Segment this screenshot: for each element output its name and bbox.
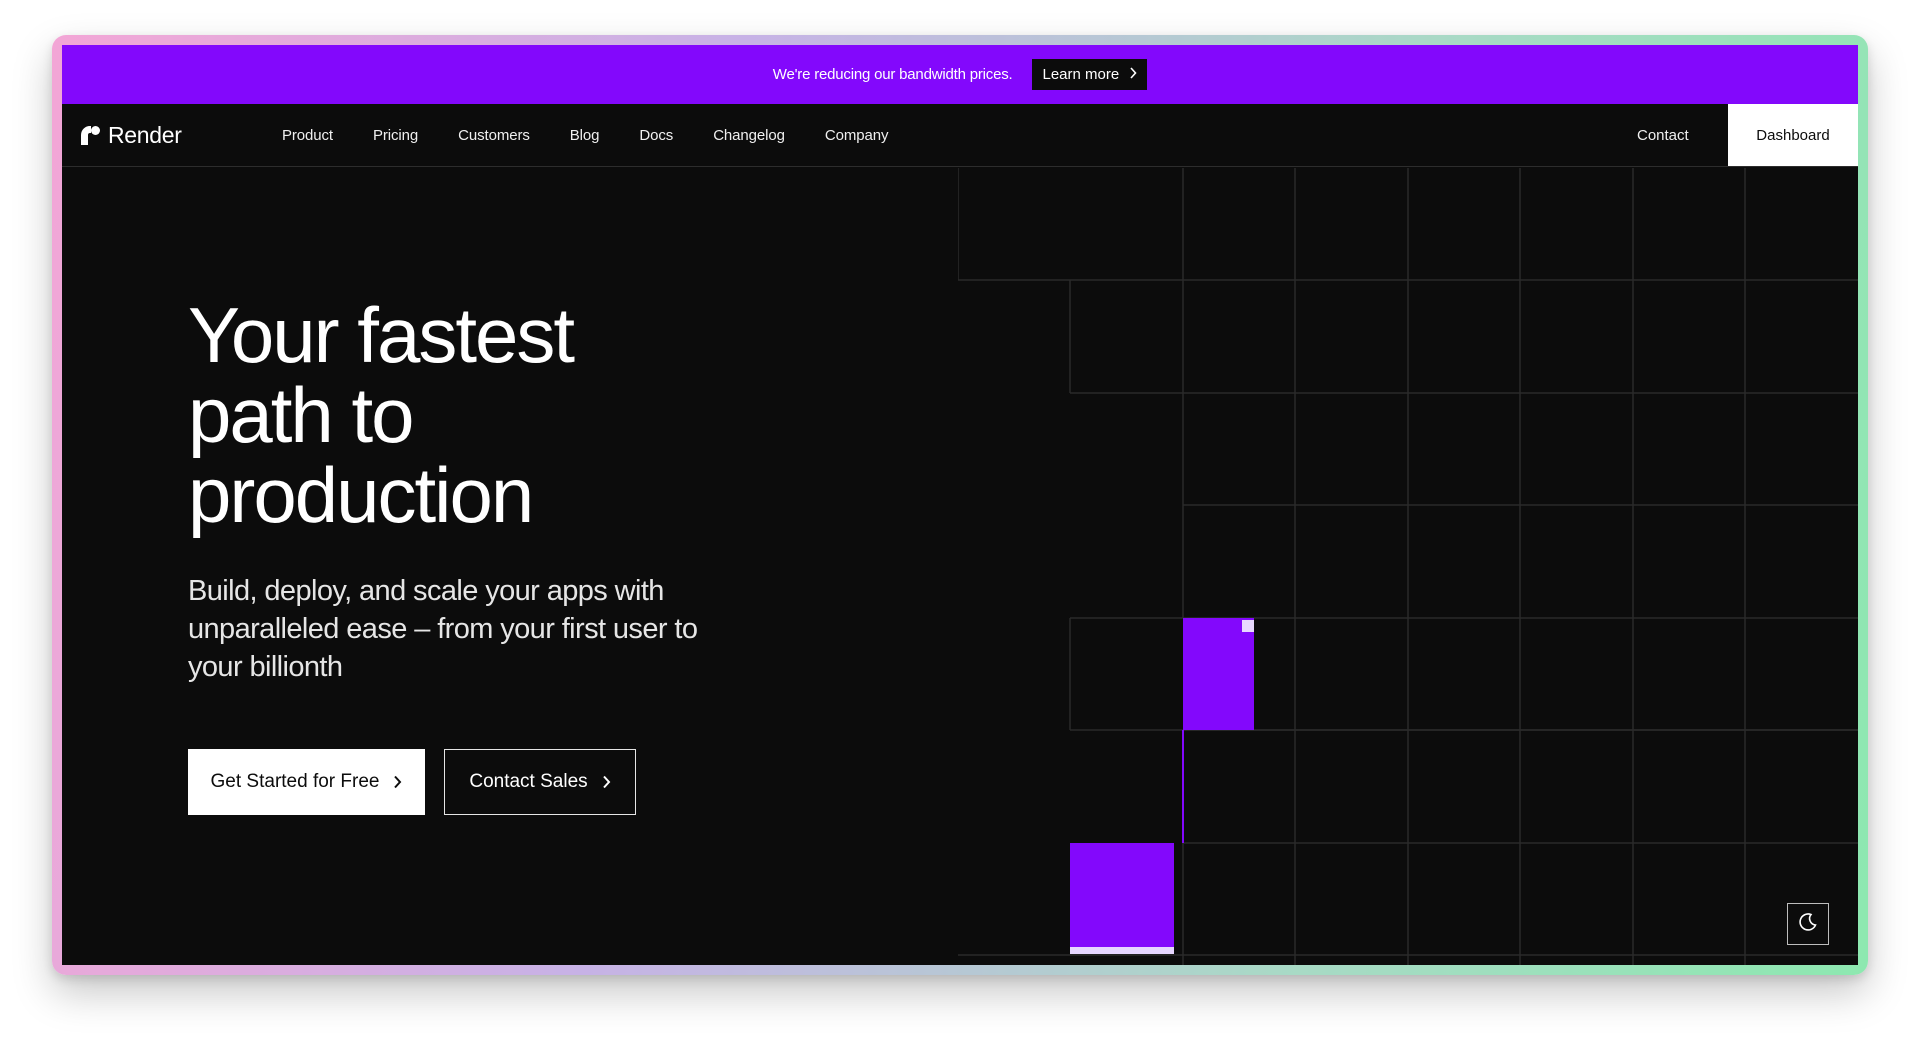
logo-link[interactable]: Render	[81, 122, 182, 149]
hero-grid-graphic	[958, 168, 1858, 965]
dashboard-label: Dashboard	[1756, 126, 1830, 144]
contact-sales-label: Contact Sales	[469, 771, 588, 792]
contact-sales-button[interactable]: Contact Sales	[444, 749, 636, 815]
nav-item-company[interactable]: Company	[805, 127, 909, 144]
theme-toggle-button[interactable]	[1787, 903, 1829, 945]
nav-item-customers[interactable]: Customers	[438, 127, 550, 144]
nav-item-changelog[interactable]: Changelog	[693, 127, 805, 144]
chevron-right-icon	[1129, 67, 1137, 82]
announcement-banner: We're reducing our bandwidth prices. Lea…	[62, 45, 1858, 104]
browser-frame: We're reducing our bandwidth prices. Lea…	[52, 35, 1868, 975]
page-viewport: We're reducing our bandwidth prices. Lea…	[62, 45, 1858, 965]
learn-more-label: Learn more	[1042, 66, 1120, 83]
contact-link[interactable]: Contact	[1637, 104, 1689, 166]
nav-item-product[interactable]: Product	[262, 127, 353, 144]
nav-item-blog[interactable]: Blog	[550, 127, 620, 144]
logo-text: Render	[108, 122, 182, 148]
get-started-label: Get Started for Free	[210, 771, 380, 792]
nav-item-pricing[interactable]: Pricing	[353, 127, 438, 144]
hero-title: Your fastest path to production	[188, 291, 575, 539]
hero-subtitle: Build, deploy, and scale your apps with …	[188, 575, 698, 683]
chevron-right-icon	[393, 775, 402, 789]
nav-links: Product Pricing Customers Blog Docs Chan…	[262, 104, 908, 166]
banner-text: We're reducing our bandwidth prices.	[772, 66, 1013, 83]
top-navigation: Render Product Pricing Customers Blog Do…	[62, 104, 1858, 167]
dashboard-button[interactable]: Dashboard	[1728, 104, 1858, 166]
chevron-right-icon	[602, 775, 611, 789]
learn-more-button[interactable]: Learn more	[1032, 59, 1148, 90]
moon-icon	[1797, 911, 1819, 938]
nav-item-docs[interactable]: Docs	[619, 127, 693, 144]
render-logo-icon	[81, 126, 100, 145]
get-started-button[interactable]: Get Started for Free	[188, 749, 425, 815]
